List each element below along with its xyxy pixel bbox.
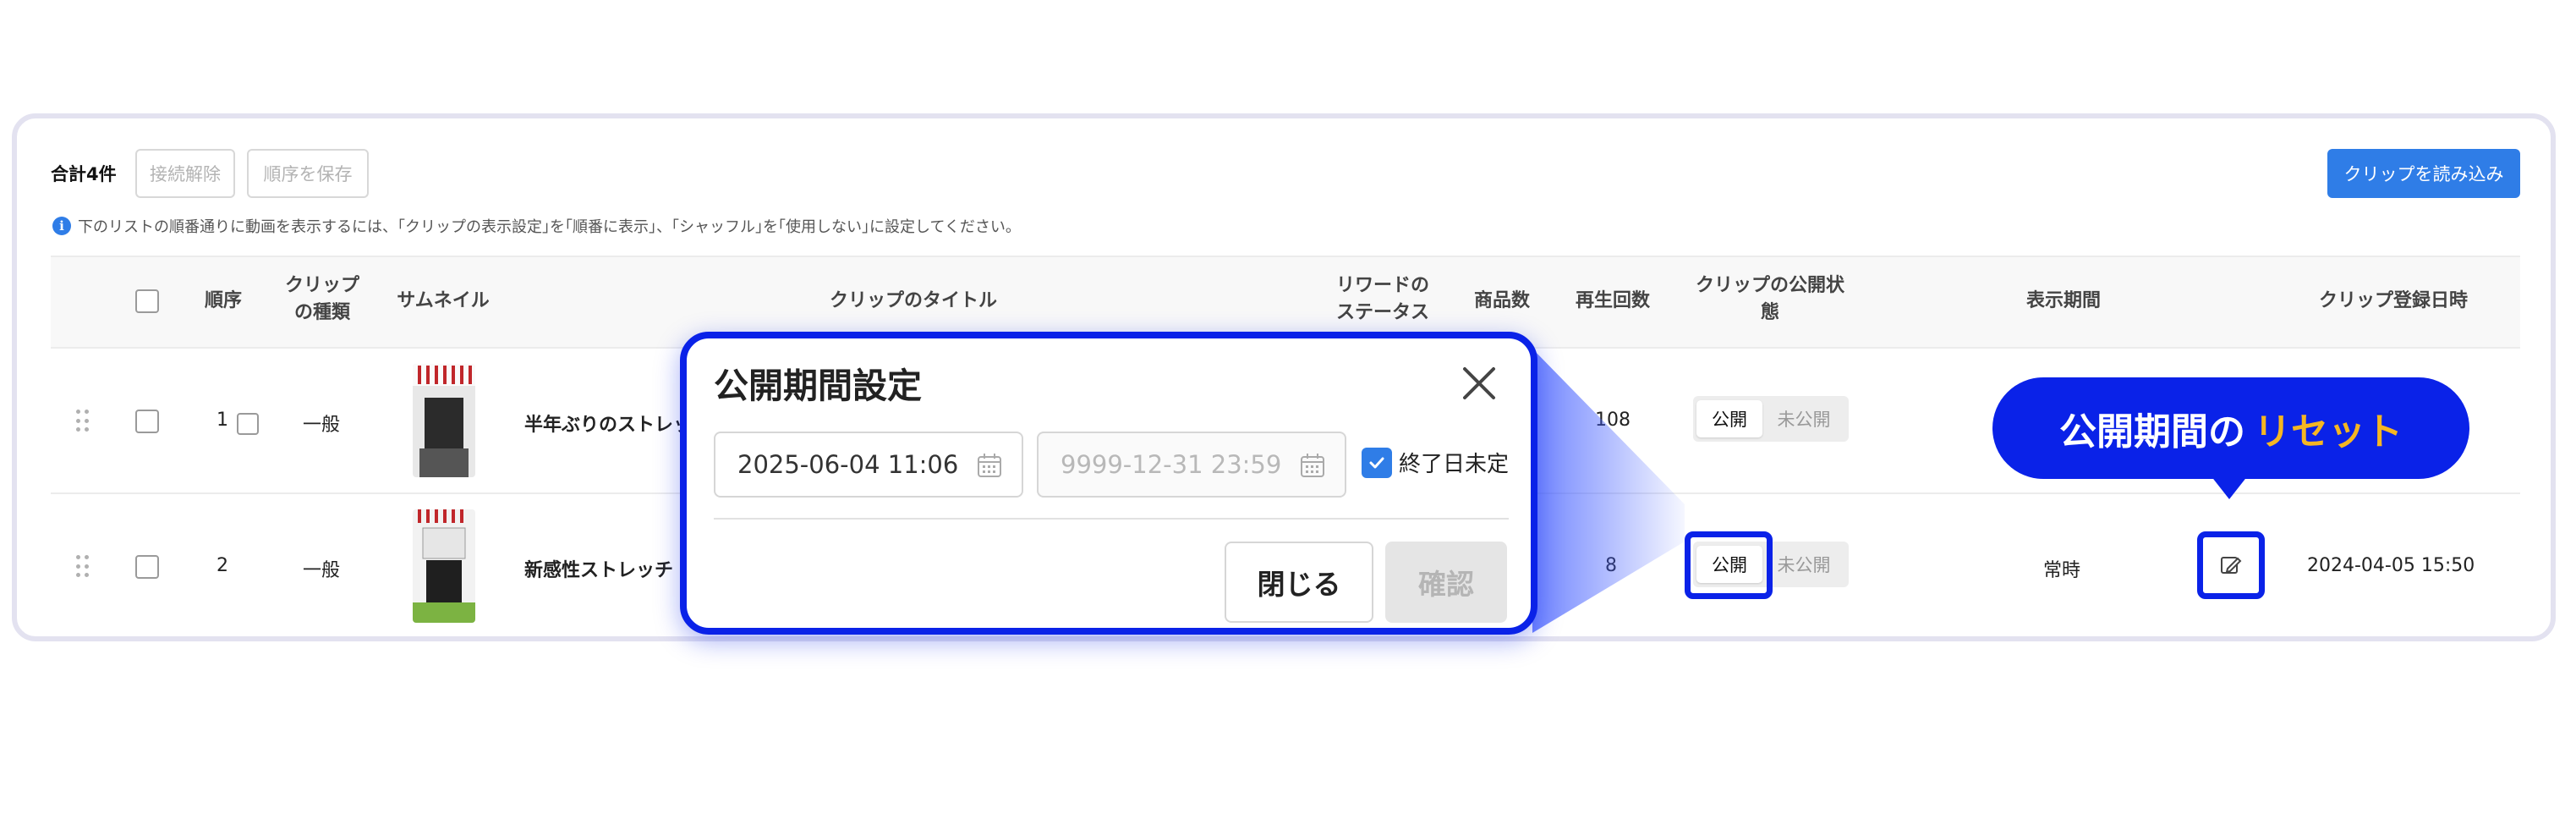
callout-tail bbox=[2211, 476, 2248, 499]
confirm-button[interactable]: 確認 bbox=[1385, 542, 1507, 623]
end-datetime-field[interactable]: 9999-12-31 23:59 bbox=[1037, 432, 1346, 498]
start-datetime-field[interactable]: 2025-06-04 11:06 bbox=[714, 432, 1023, 498]
end-undetermined-checkbox[interactable]: 終了日未定 bbox=[1362, 447, 1509, 478]
modal-divider bbox=[714, 518, 1509, 520]
close-button[interactable]: 閉じる bbox=[1225, 542, 1373, 623]
calendar-icon[interactable] bbox=[1299, 452, 1326, 479]
end-datetime-placeholder: 9999-12-31 23:59 bbox=[1061, 450, 1282, 479]
reset-period-callout: 公開期間の リセット bbox=[1992, 377, 2469, 479]
check-icon[interactable] bbox=[1362, 447, 1392, 478]
publish-period-modal: 公開期間設定 2025-06-04 11:06 9999-12-31 23:59… bbox=[680, 332, 1537, 635]
close-icon[interactable] bbox=[1458, 362, 1500, 404]
calendar-icon[interactable] bbox=[976, 452, 1003, 479]
start-datetime-value: 2025-06-04 11:06 bbox=[737, 450, 959, 479]
callout-accent-text: リセット bbox=[2254, 410, 2403, 454]
end-undetermined-label: 終了日未定 bbox=[1399, 452, 1510, 477]
callout-text: 公開期間の bbox=[2059, 410, 2245, 454]
modal-title: 公開期間設定 bbox=[714, 366, 922, 406]
